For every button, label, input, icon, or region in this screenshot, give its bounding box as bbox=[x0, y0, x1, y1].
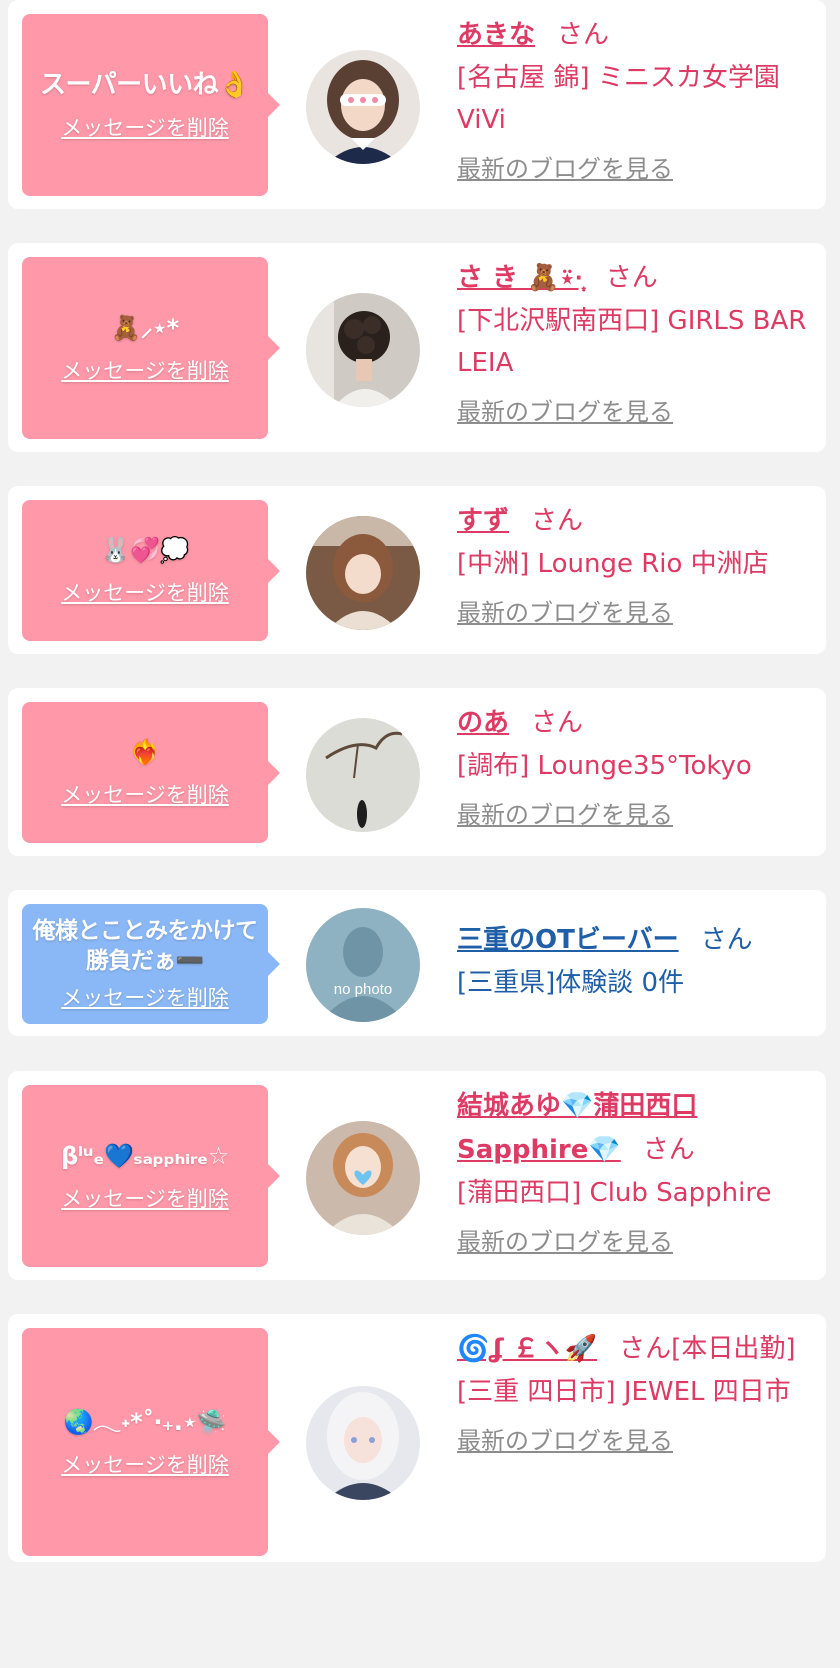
list-item: ❤️‍🔥 メッセージを削除 のあ さん [調布] Lounge35°Tokyo 最… bbox=[8, 688, 826, 856]
list-item: βˡᵘₑ💙ₛₐₚₚₕᵢᵣₑ☆ メッセージを削除 結城あゆ💎蒲田西口Sapphir… bbox=[8, 1071, 826, 1280]
avatar[interactable] bbox=[306, 1386, 420, 1500]
list-item: 俺様とことみをかけて勝負だぁ➖ メッセージを削除 no photo 三重のOTビ… bbox=[8, 890, 826, 1036]
message-list: スーパーいいね👌 メッセージを削除 あきな さん [名古屋 錦] ミニスカ女学園V… bbox=[0, 0, 840, 1668]
shop-name: [名古屋 錦] ミニスカ女学園ViVi bbox=[457, 63, 780, 135]
shop-name: [下北沢駅南西口] GIRLS BAR LEIA bbox=[457, 306, 807, 378]
latest-blog-link[interactable]: 最新のブログを見る bbox=[457, 1423, 810, 1459]
honorific-label: さん bbox=[605, 263, 658, 293]
honorific-label: さん bbox=[531, 506, 584, 536]
entry-info: 三重のOTビーバー さん [三重県]体験談 0件 bbox=[457, 918, 810, 1004]
stamp-text: スーパーいいね👌 bbox=[39, 69, 251, 100]
list-item: 🧸⸝⋆* メッセージを削除 さ き 🧸⍣·̩͙ さん [下北沢駅南西口] GIRL… bbox=[8, 243, 826, 452]
list-item: 🌏𓂃˖*˚‧₊.⋆🛸 メッセージを削除 🌀ʆ ￡ヽ🚀 さん[本日出勤] [三重 四… bbox=[8, 1314, 826, 1562]
avatar[interactable] bbox=[306, 516, 420, 630]
name-line: あきな さん bbox=[457, 13, 810, 57]
delete-message-link[interactable]: メッセージを削除 bbox=[61, 982, 229, 1012]
name-line: のあ さん bbox=[457, 701, 810, 745]
entry-info: すず さん [中洲] Lounge Rio 中洲店 最新のブログを見る bbox=[457, 499, 810, 631]
stamp-bubble: スーパーいいね👌 メッセージを削除 bbox=[22, 14, 280, 196]
hair-back-photo-avatar-icon bbox=[306, 293, 420, 407]
delete-message-link[interactable]: メッセージを削除 bbox=[61, 1449, 229, 1479]
stamp-bubble: 🧸⸝⋆* メッセージを削除 bbox=[22, 257, 280, 439]
entry-info: さ き 🧸⍣·̩͙ さん [下北沢駅南西口] GIRLS BAR LEIA 最新の… bbox=[457, 256, 810, 430]
user-name-link[interactable]: 三重のOTビーバー bbox=[457, 925, 679, 955]
stamp-text: 🧸⸝⋆* bbox=[111, 313, 179, 342]
name-line: 三重のOTビーバー さん bbox=[457, 918, 810, 962]
shop-name: [中洲] Lounge Rio 中洲店 bbox=[457, 549, 769, 579]
latest-blog-link[interactable]: 最新のブログを見る bbox=[457, 394, 810, 430]
stamp-text: 🐰💞💭 bbox=[100, 536, 190, 564]
girl-photo-avatar-icon bbox=[306, 516, 420, 630]
delete-message-link[interactable]: メッセージを削除 bbox=[61, 1183, 229, 1213]
stamp-bubble: βˡᵘₑ💙ₛₐₚₚₕᵢᵣₑ☆ メッセージを削除 bbox=[22, 1085, 280, 1267]
honorific-label: さん bbox=[531, 708, 584, 738]
honorific-label: さん bbox=[557, 20, 610, 50]
cast-name-link[interactable]: あきな bbox=[457, 20, 535, 50]
list-item: 🐰💞💭 メッセージを削除 すず さん [中洲] Lounge Rio 中洲店 最新… bbox=[8, 486, 826, 654]
latest-blog-link[interactable]: 最新のブログを見る bbox=[457, 151, 810, 187]
stamp-text: βˡᵘₑ💙ₛₐₚₚₕᵢᵣₑ☆ bbox=[61, 1141, 229, 1170]
avatar[interactable]: no photo bbox=[306, 908, 420, 1022]
cast-name-link[interactable]: さ き 🧸⍣·̩͙ bbox=[457, 263, 584, 293]
attendance-status: [本日出勤] bbox=[671, 1334, 796, 1364]
avatar[interactable] bbox=[306, 1121, 420, 1235]
shop-name: [調布] Lounge35°Tokyo bbox=[457, 751, 752, 781]
delete-message-link[interactable]: メッセージを削除 bbox=[61, 112, 229, 142]
entry-info: 🌀ʆ ￡ヽ🚀 さん[本日出勤] [三重 四日市] JEWEL 四日市 最新のブログ… bbox=[457, 1327, 810, 1459]
no-photo-label: no photo bbox=[334, 981, 392, 998]
avatar[interactable] bbox=[306, 293, 420, 407]
no-photo-avatar-icon: no photo bbox=[306, 908, 420, 1022]
entry-info: 結城あゆ💎蒲田西口Sapphire💎 さん [蒲田西口] Club Sapphir… bbox=[457, 1084, 810, 1260]
branch-photo-avatar-icon bbox=[306, 718, 420, 832]
cast-name-link[interactable]: のあ bbox=[457, 708, 509, 738]
avatar[interactable] bbox=[306, 50, 420, 164]
girl-photo-avatar-icon bbox=[306, 1386, 420, 1500]
shop-name: [三重 四日市] JEWEL 四日市 bbox=[457, 1377, 791, 1407]
girl-photo-avatar-icon bbox=[306, 1121, 420, 1235]
name-line: さ き 🧸⍣·̩͙ さん bbox=[457, 256, 810, 300]
name-line: 🌀ʆ ￡ヽ🚀 さん[本日出勤] bbox=[457, 1327, 810, 1371]
avatar[interactable] bbox=[306, 718, 420, 832]
entry-info: のあ さん [調布] Lounge35°Tokyo 最新のブログを見る bbox=[457, 701, 810, 833]
stamp-text: 🌏𓂃˖*˚‧₊.⋆🛸 bbox=[63, 1407, 227, 1436]
honorific-label: さん bbox=[619, 1334, 672, 1364]
name-line: 結城あゆ💎蒲田西口Sapphire💎 さん bbox=[457, 1084, 810, 1172]
honorific-label: さん bbox=[642, 1135, 695, 1165]
stamp-bubble: 俺様とことみをかけて勝負だぁ➖ メッセージを削除 bbox=[22, 904, 280, 1024]
stamp-bubble: 🌏𓂃˖*˚‧₊.⋆🛸 メッセージを削除 bbox=[22, 1328, 280, 1556]
latest-blog-link[interactable]: 最新のブログを見る bbox=[457, 797, 810, 833]
stamp-text: ❤️‍🔥 bbox=[130, 738, 160, 766]
name-line: すず さん bbox=[457, 499, 810, 543]
stamp-text: 俺様とことみをかけて勝負だぁ➖ bbox=[32, 918, 259, 974]
cast-name-link[interactable]: すず bbox=[457, 506, 509, 536]
list-item: スーパーいいね👌 メッセージを削除 あきな さん [名古屋 錦] ミニスカ女学園V… bbox=[8, 0, 826, 209]
stamp-bubble: 🐰💞💭 メッセージを削除 bbox=[22, 500, 280, 641]
delete-message-link[interactable]: メッセージを削除 bbox=[61, 355, 229, 385]
latest-blog-link[interactable]: 最新のブログを見る bbox=[457, 1224, 810, 1260]
delete-message-link[interactable]: メッセージを削除 bbox=[61, 779, 229, 809]
girl-photo-avatar-icon bbox=[306, 50, 420, 164]
cast-name-link[interactable]: 🌀ʆ ￡ヽ🚀 bbox=[457, 1334, 597, 1364]
entry-info: あきな さん [名古屋 錦] ミニスカ女学園ViVi 最新のブログを見る bbox=[457, 13, 810, 187]
latest-blog-link[interactable]: 最新のブログを見る bbox=[457, 595, 810, 631]
stamp-bubble: ❤️‍🔥 メッセージを削除 bbox=[22, 702, 280, 843]
delete-message-link[interactable]: メッセージを削除 bbox=[61, 577, 229, 607]
review-count: [三重県]体験談 0件 bbox=[457, 968, 685, 998]
shop-name: [蒲田西口] Club Sapphire bbox=[457, 1178, 772, 1208]
honorific-label: さん bbox=[700, 925, 753, 955]
